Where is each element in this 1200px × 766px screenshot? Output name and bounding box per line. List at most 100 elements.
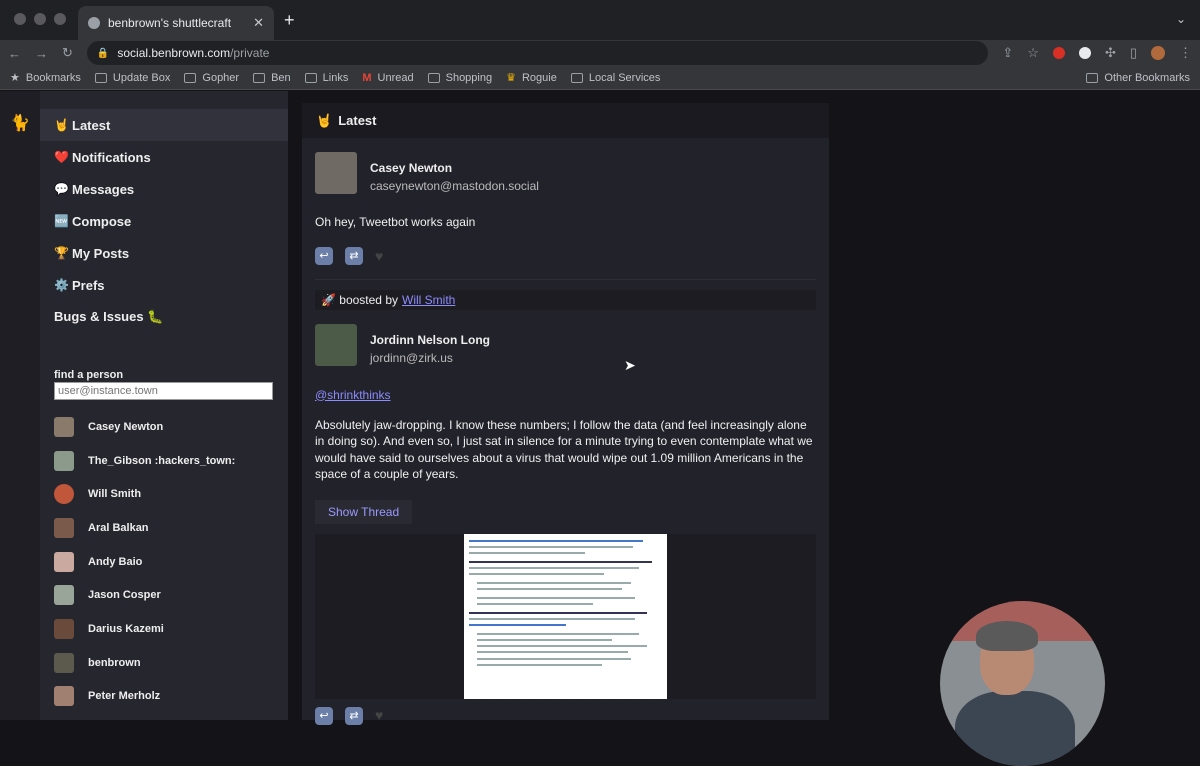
list-item[interactable]: Darius Kazemi [40,612,288,646]
list-item[interactable]: Will Smith [40,477,288,511]
avatar[interactable] [315,323,357,366]
bookmark-star-icon[interactable]: ☆ [1027,45,1039,61]
new-tab-button[interactable]: + [284,10,295,31]
folder-icon [1086,72,1099,83]
sidebar-item-messages[interactable]: 💬 Messages [40,173,288,205]
post-actions: ↩ ⇄ ♥ [315,246,816,265]
list-item[interactable]: benbrown [40,646,288,680]
like-heart-icon[interactable]: ♥ [375,707,383,725]
list-item[interactable]: Casey Newton [40,410,288,444]
side-panel-icon[interactable]: ▯ [1130,45,1137,61]
sidebar-item-prefs[interactable]: ⚙️ Prefs [40,269,288,301]
avatar [54,585,74,606]
sidebar-item-my-posts[interactable]: 🏆 My Posts [40,237,288,269]
author-handle: jordinn@zirk.us [370,350,453,365]
show-thread-button[interactable]: Show Thread [315,499,413,524]
browser-tab-strip: benbrown's shuttlecraft ✕ + ⌄ [0,0,1200,40]
address-bar[interactable]: 🔒 social.benbrown.com/private [86,41,989,65]
post-author[interactable]: Jordinn Nelson Long jordinn@zirk.us [315,323,816,366]
bookmark-item[interactable]: Gopher [184,72,239,84]
avatar [54,517,74,538]
boost-icon[interactable]: ⇄ [345,706,363,725]
post: Casey Newton caseynewton@mastodon.social… [302,138,829,280]
bookmark-item[interactable]: M Unread [362,72,413,84]
extension-circle-icon[interactable] [1078,47,1091,59]
tab-close-icon[interactable]: ✕ [253,15,264,31]
post-actions: ↩ ⇄ ♥ [315,706,816,725]
share-icon[interactable]: ⇪ [1002,45,1013,61]
extension-red-icon[interactable] [1052,47,1065,59]
bookmark-item[interactable]: ★ Bookmarks [10,71,81,85]
feed-header: 🤘 Latest [302,103,829,138]
find-person-label: find a person [54,369,124,381]
booster-link[interactable]: Will Smith [402,293,455,307]
browser-tab[interactable]: benbrown's shuttlecraft ✕ [78,6,274,40]
reply-icon[interactable]: ↩ [315,246,333,265]
avatar [54,618,74,639]
bookmark-item[interactable]: Links [304,72,348,84]
bookmark-item[interactable]: Local Services [570,72,660,84]
author-name: Casey Newton [370,161,453,175]
mention-link[interactable]: @shrinkthinks [315,388,391,402]
bookmark-item[interactable]: Ben [253,72,291,84]
sidebar-item-latest[interactable]: 🤘 Latest [40,109,288,141]
list-item[interactable]: The_Gibson :hackers_town: [40,444,288,478]
forward-icon[interactable]: → [35,46,48,61]
left-rail: 🐈 [0,91,40,720]
profile-avatar-icon[interactable] [1151,46,1165,60]
tab-favicon-icon [88,17,100,29]
window-controls[interactable] [14,13,66,25]
trophy-icon: 🏆 [54,246,69,260]
other-bookmarks[interactable]: Other Bookmarks [1086,72,1190,84]
extensions-puzzle-icon[interactable]: ✣ [1105,45,1116,61]
avatar [54,450,74,471]
gear-icon: ⚙️ [54,278,69,292]
avatar [54,416,74,437]
gmail-icon: M [362,71,372,84]
star-icon: ★ [10,72,20,84]
bookmark-item[interactable]: ♛ Roguie [506,71,557,85]
feed: 🤘 Latest Casey Newton caseynewton@mastod… [302,103,829,725]
attached-document-image [464,533,667,699]
reply-icon[interactable]: ↩ [315,706,333,725]
shuttlecraft-logo-icon[interactable]: 🐈 [10,113,30,133]
app-root: 🐈 🤘 Latest ❤️ Notifications 💬 Messages 🆕 Com… [0,91,1200,766]
page-title: Latest [338,113,377,128]
list-item[interactable]: Andy Baio [40,545,288,579]
url-domain: social.benbrown.com [117,46,231,60]
like-heart-icon[interactable]: ♥ [375,248,383,264]
boost-banner: 🚀 boosted by Will Smith [315,289,816,310]
author-handle: caseynewton@mastodon.social [370,179,539,193]
avatar [54,686,74,707]
reload-icon[interactable]: ↻ [62,45,73,61]
tab-search-icon[interactable]: ⌄ [1176,12,1186,26]
boost-prefix: 🚀 boosted by [321,292,398,307]
folder-icon [253,72,266,83]
browser-menu-icon[interactable]: ⋮ [1179,45,1192,61]
boost-icon[interactable]: ⇄ [345,246,363,265]
bookmark-icon [184,72,197,83]
list-item[interactable]: Peter Merholz [40,680,288,714]
back-icon[interactable]: ← [8,46,21,61]
roguie-icon: ♛ [506,72,516,84]
author-name: Jordinn Nelson Long [370,332,490,347]
bookmark-item[interactable]: Shopping [427,72,492,84]
avatar [54,652,74,673]
post-content: Absolutely jaw-dropping. I know these nu… [315,417,813,482]
bookmark-item[interactable]: Update Box [94,72,170,84]
rock-hand-icon: 🤘 [316,112,333,128]
sidebar-item-notifications[interactable]: ❤️ Notifications [40,141,288,173]
avatar[interactable] [315,152,357,194]
sidebar-item-bugs-issues[interactable]: Bugs & Issues 🐛 [40,301,288,333]
list-item[interactable]: Jason Cosper [40,578,288,612]
sidebar-item-compose[interactable]: 🆕 Compose [40,205,288,237]
heart-icon: ❤️ [54,150,69,164]
post-media[interactable] [315,533,816,699]
avatar [54,551,74,572]
list-item[interactable]: Aral Balkan [40,511,288,545]
rock-hand-icon: 🤘 [54,118,69,132]
find-person-input[interactable] [54,382,273,400]
new-icon: 🆕 [54,214,69,228]
post: Jordinn Nelson Long jordinn@zirk.us @shr… [302,310,829,725]
post-author[interactable]: Casey Newton caseynewton@mastodon.social [315,152,816,194]
